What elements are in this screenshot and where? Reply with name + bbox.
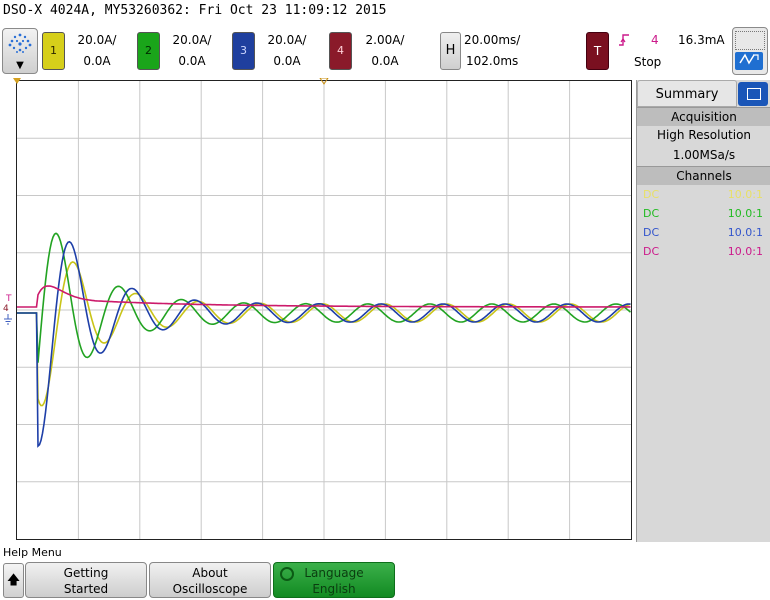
trigger-source: 4: [651, 33, 659, 47]
channel-summary-row: DC 10.0:1: [637, 205, 770, 223]
channel-probe-ratio: 10.0:1: [727, 207, 763, 220]
softkey-label: English: [312, 582, 356, 596]
channel-3-offset: 0.0A: [273, 54, 301, 68]
acquisition-header: Acquisition: [637, 107, 770, 126]
horizontal-button[interactable]: H: [440, 32, 461, 70]
trigger-button[interactable]: T: [586, 32, 609, 70]
softkey-label: Getting: [63, 566, 109, 580]
trigger-level: 16.3mA: [678, 33, 725, 47]
channel-2-scale: 20.0A/: [172, 33, 212, 47]
channel-2-offset: 0.0A: [178, 54, 206, 68]
ground-icon: [4, 314, 12, 325]
chevron-down-icon: ▼: [16, 60, 24, 71]
channels-header: Channels: [637, 166, 770, 185]
acquisition-mode: High Resolution: [656, 128, 752, 142]
channel-4-button[interactable]: 4: [329, 32, 352, 70]
language-softkey[interactable]: Language English: [273, 562, 395, 598]
channel-1-offset: 0.0A: [83, 54, 111, 68]
delay-value: 102.0ms: [466, 54, 519, 68]
channel-coupling: DC: [643, 245, 660, 258]
trigger-position-marker-icon: [319, 78, 329, 85]
autoscale-button[interactable]: [732, 27, 768, 75]
softkey-label: Started: [63, 582, 109, 596]
entry-knob-icon: [280, 567, 294, 581]
softkey-label: About: [192, 566, 228, 580]
timebase-value: 20.00ms/: [464, 33, 521, 47]
left-position-marker-icon: [13, 78, 21, 84]
about-oscilloscope-softkey[interactable]: About Oscilloscope: [149, 562, 271, 598]
getting-started-softkey[interactable]: Getting Started: [25, 562, 147, 598]
channel-3-scale: 20.0A/: [267, 33, 307, 47]
channel-4-ground-marker: 4: [3, 304, 9, 314]
back-up-button[interactable]: 🡅: [3, 563, 24, 598]
tab-summary[interactable]: Summary: [637, 80, 737, 107]
keysight-logo-icon: [8, 33, 32, 53]
waveform-graticule: [17, 81, 631, 539]
channel-3-button[interactable]: 3: [232, 32, 255, 70]
channel-probe-ratio: 10.0:1: [727, 245, 763, 258]
channel-coupling: DC: [643, 226, 660, 239]
autoscale-icon: [735, 52, 763, 70]
channel-probe-ratio: 10.0:1: [727, 188, 763, 201]
channel-summary-row: DC 10.0:1: [637, 186, 770, 204]
channel-probe-ratio: 10.0:1: [727, 226, 763, 239]
softkey-label: Oscilloscope: [172, 582, 248, 596]
main-menu-button[interactable]: ▼: [2, 28, 38, 74]
zoom-box-icon: [735, 31, 765, 50]
channel-summary-row: DC 10.0:1: [637, 224, 770, 242]
trigger-level-marker: T: [6, 294, 12, 304]
channel-summary-row: DC 10.0:1: [637, 243, 770, 261]
channel-coupling: DC: [643, 207, 660, 220]
channel-1-scale: 20.0A/: [77, 33, 117, 47]
channel-4-offset: 0.0A: [371, 54, 399, 68]
tab-display[interactable]: [738, 82, 768, 106]
run-state: Stop: [634, 55, 662, 69]
softkey-menu-title: Help Menu: [3, 546, 62, 559]
channel-2-button[interactable]: 2: [137, 32, 160, 70]
channel-coupling: DC: [643, 188, 660, 201]
window-title: DSO-X 4024A, MY53260362: Fri Oct 23 11:0…: [3, 3, 387, 18]
channel-4-scale: 2.00A/: [365, 33, 405, 47]
summary-panel: Summary Acquisition High Resolution 1.00…: [636, 80, 770, 542]
waveform-display[interactable]: [16, 80, 632, 540]
channel-1-button[interactable]: 1: [42, 32, 65, 70]
rising-edge-icon: [618, 33, 630, 51]
sample-rate: 1.00MSa/s: [672, 148, 736, 162]
